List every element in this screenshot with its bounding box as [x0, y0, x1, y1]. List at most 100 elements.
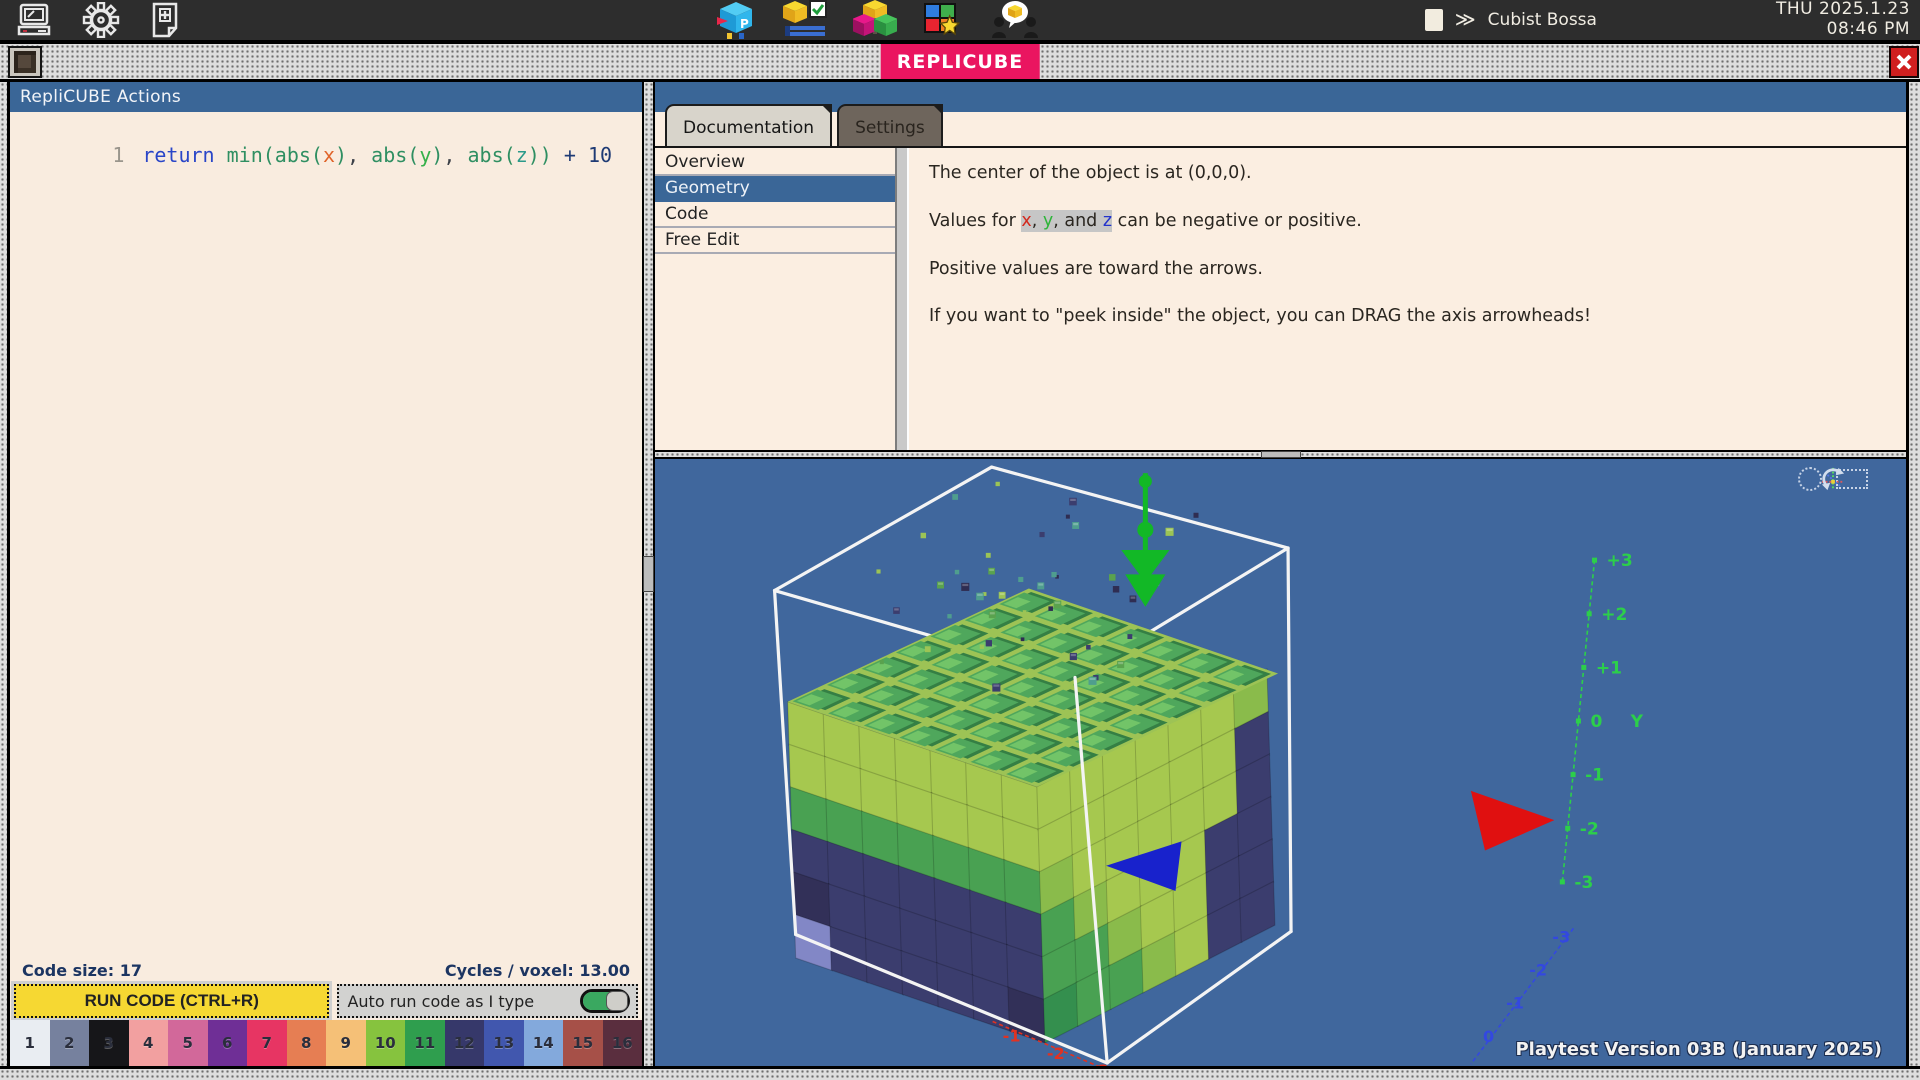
splitter-grip[interactable]: [643, 556, 654, 592]
voxel-viewport[interactable]: +3+2+10-1-2-3Y-3-2-10-1-2-3: [655, 459, 1906, 1066]
color-palette: 12345678910111213141516: [10, 1020, 642, 1066]
svg-text:0: 0: [1590, 712, 1602, 732]
system-clock: THU 2025.1.23 08:46 PM: [1776, 0, 1910, 39]
viewport-tools: [1798, 467, 1868, 491]
code-status-row: Code size: 17 Cycles / voxel: 13.00: [10, 958, 642, 982]
code-line: return min(abs(x), abs(y), abs(z)) + 10: [142, 143, 612, 167]
svg-text:+2: +2: [1601, 605, 1627, 625]
svg-text:-3: -3: [1574, 873, 1593, 893]
svg-text:-1: -1: [1506, 994, 1524, 1013]
palette-swatch-11[interactable]: 11: [405, 1020, 445, 1066]
doc-content: OverviewGeometryCodeFree Edit The center…: [655, 148, 1906, 450]
run-code-button[interactable]: RUN CODE (CTRL+R): [14, 984, 329, 1018]
palette-swatch-14[interactable]: 14: [524, 1020, 564, 1066]
auto-run-control[interactable]: Auto run code as I type: [337, 984, 638, 1018]
doc-nav-code[interactable]: Code: [655, 202, 895, 228]
svg-text:Y: Y: [1630, 712, 1644, 732]
code-editor[interactable]: 1return min(abs(x), abs(y), abs(z)) + 10: [10, 112, 642, 958]
task-check-icon[interactable]: [783, 0, 827, 40]
tab-documentation[interactable]: Documentation: [665, 104, 832, 146]
palette-swatch-1[interactable]: 1: [10, 1020, 50, 1066]
tab-settings[interactable]: Settings: [837, 104, 943, 146]
doc-paragraph: If you want to "peek inside" the object,…: [929, 305, 1886, 328]
line-number: 1: [112, 143, 142, 167]
right-column: DocumentationSettings OverviewGeometryCo…: [655, 82, 1906, 1066]
palette-swatch-6[interactable]: 6: [208, 1020, 248, 1066]
auto-run-toggle[interactable]: [580, 989, 630, 1013]
next-track-icon[interactable]: ≫: [1455, 10, 1476, 30]
computer-icon[interactable]: [14, 2, 54, 38]
doc-paragraph: The center of the object is at (0,0,0).: [929, 162, 1886, 185]
horizontal-splitter[interactable]: [655, 450, 1906, 459]
system-buttons: [0, 1, 330, 39]
cube-stack-icon[interactable]: [853, 0, 897, 40]
vertical-splitter[interactable]: [642, 82, 655, 1066]
svg-text:-1: -1: [1585, 766, 1604, 786]
palette-swatch-7[interactable]: 7: [247, 1020, 287, 1066]
doc-paragraph: Positive values are toward the arrows.: [929, 258, 1886, 281]
clock-date: THU 2025.1.23: [1776, 0, 1910, 20]
y-axis-ruler: +3+2+10-1-2-3Y: [1560, 551, 1644, 893]
music-track-name: Cubist Bossa: [1488, 10, 1597, 30]
voxel-scene: +3+2+10-1-2-3Y-3-2-10-1-2-3: [655, 459, 1906, 1066]
palette-swatch-8[interactable]: 8: [287, 1020, 327, 1066]
palette-swatch-3[interactable]: 3: [89, 1020, 129, 1066]
svg-text:-2: -2: [1580, 819, 1599, 839]
doc-nav-geometry[interactable]: Geometry: [655, 176, 895, 202]
system-menubar: P: [0, 0, 1920, 44]
close-icon[interactable]: [1889, 46, 1919, 78]
code-size-label: Code size: 17: [22, 961, 142, 980]
code-controls: RUN CODE (CTRL+R) Auto run code as I typ…: [10, 982, 642, 1020]
window-title-badge: REPLICUBE: [881, 44, 1040, 79]
doc-paragraph: Values for x, y, and z can be negative o…: [929, 210, 1886, 233]
svg-text:P: P: [740, 17, 749, 31]
palette-swatch-12[interactable]: 12: [445, 1020, 485, 1066]
palette-swatch-13[interactable]: 13: [484, 1020, 524, 1066]
community-chat-icon[interactable]: [991, 0, 1039, 40]
version-text: Playtest Version 03B (January 2025): [1515, 1039, 1882, 1060]
doc-nav-overview[interactable]: Overview: [655, 150, 895, 176]
window-edge-left: [0, 82, 10, 1066]
window-titlebar[interactable]: REPLICUBE: [0, 44, 1920, 82]
svg-text:-2: -2: [1047, 1044, 1065, 1063]
doc-text: The center of the object is at (0,0,0). V…: [909, 148, 1906, 450]
music-widget: ≫ Cubist Bossa: [1425, 9, 1597, 31]
screen: P: [0, 0, 1920, 1080]
splitter-grip-h[interactable]: [1261, 451, 1301, 458]
color-grid-icon[interactable]: [923, 0, 965, 40]
palette-swatch-15[interactable]: 15: [563, 1020, 603, 1066]
app-icons: P: [330, 0, 1425, 40]
window-content: RepliCUBE Actions 1return min(abs(x), ab…: [0, 82, 1920, 1066]
menubar-right: ≫ Cubist Bossa THU 2025.1.23 08:46 PM: [1425, 0, 1920, 39]
window-edge-right: [1906, 82, 1920, 1066]
svg-text:0: 0: [1483, 1027, 1494, 1046]
y-axis-arrowhead[interactable]: [1121, 473, 1169, 607]
x-axis-arrowhead[interactable]: [1471, 791, 1554, 851]
palette-swatch-2[interactable]: 2: [50, 1020, 90, 1066]
auto-run-label: Auto run code as I type: [347, 992, 534, 1011]
palette-swatch-5[interactable]: 5: [168, 1020, 208, 1066]
clock-time: 08:46 PM: [1776, 20, 1910, 40]
palette-swatch-16[interactable]: 16: [603, 1020, 643, 1066]
palette-swatch-9[interactable]: 9: [326, 1020, 366, 1066]
new-file-icon[interactable]: [148, 1, 182, 39]
svg-text:-3: -3: [1552, 928, 1570, 947]
svg-text:-1: -1: [1003, 1027, 1021, 1046]
doc-nav-list: OverviewGeometryCodeFree Edit: [655, 148, 895, 450]
window-menu-icon[interactable]: [8, 46, 42, 78]
cycles-label: Cycles / voxel: 13.00: [445, 961, 630, 980]
code-panel-title: RepliCUBE Actions: [10, 82, 642, 112]
doc-nav-free-edit[interactable]: Free Edit: [655, 228, 895, 254]
stop-icon[interactable]: [1425, 9, 1443, 31]
svg-text:-3: -3: [1091, 1061, 1109, 1066]
code-panel: RepliCUBE Actions 1return min(abs(x), ab…: [10, 82, 642, 1066]
svg-text:-2: -2: [1529, 961, 1547, 980]
palette-swatch-4[interactable]: 4: [129, 1020, 169, 1066]
svg-text:+3: +3: [1607, 551, 1633, 571]
settings-gear-icon[interactable]: [82, 2, 120, 38]
printer-cube-icon[interactable]: P: [715, 0, 757, 40]
doc-tab-row: DocumentationSettings: [655, 112, 1906, 148]
window-edge-bottom: [0, 1066, 1920, 1080]
palette-swatch-10[interactable]: 10: [366, 1020, 406, 1066]
reset-view-icon[interactable]: [1798, 467, 1868, 491]
